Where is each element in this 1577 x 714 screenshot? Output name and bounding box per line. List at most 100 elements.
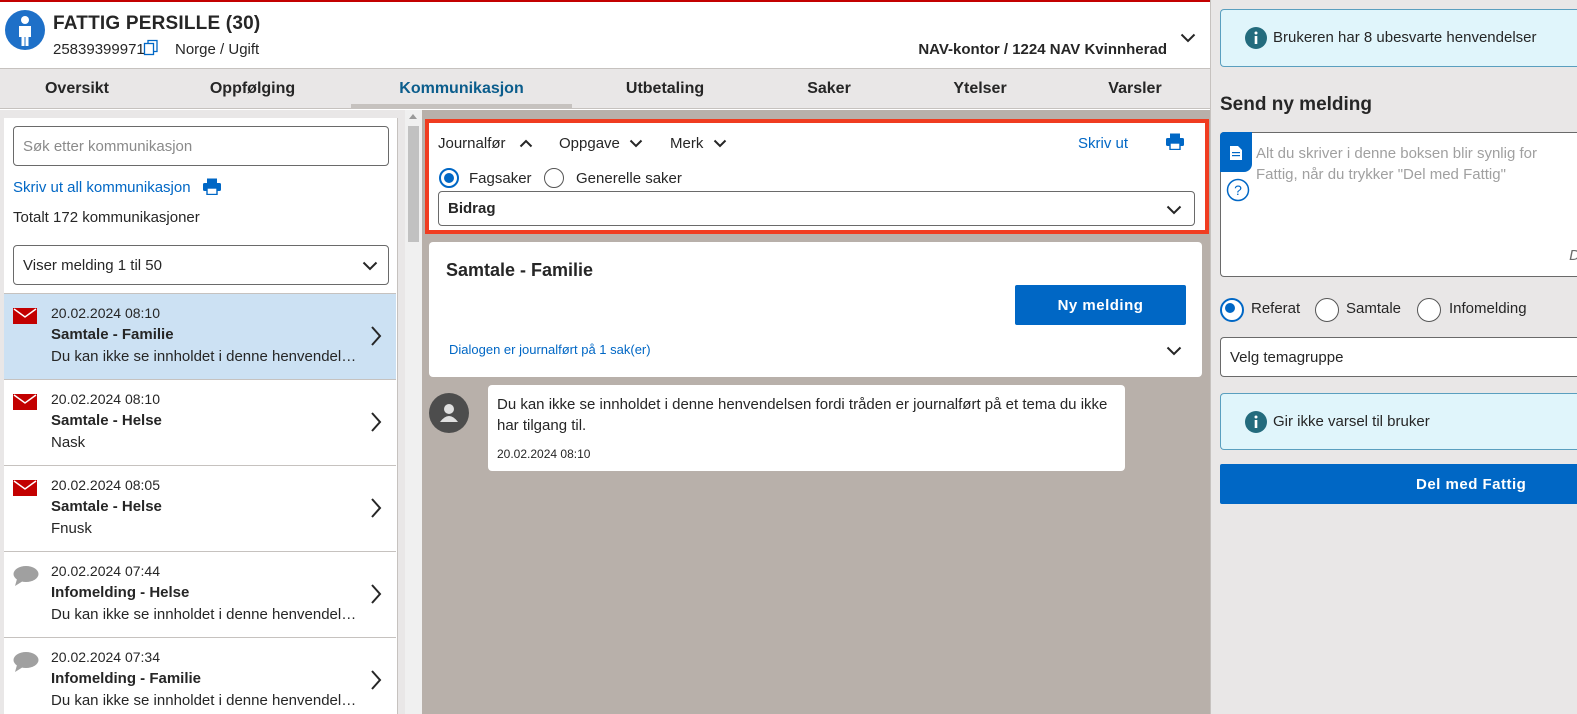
message-title: Samtale - Familie <box>51 326 174 343</box>
journalfor-label: Journalfør <box>438 135 506 152</box>
message-preview: Du kan ikke se innholdet i denne henvend… <box>51 606 363 623</box>
merk-label: Merk <box>670 135 704 152</box>
radio-referat[interactable] <box>1220 298 1244 322</box>
message-list-item[interactable]: 20.02.2024 07:34 Infomelding - Familie D… <box>4 637 396 714</box>
person-header: FATTIG PERSILLE (30) 25839399971 Norge /… <box>0 2 1210 69</box>
radio-generelle-saker-label: Generelle saker <box>576 170 682 187</box>
send-message-heading: Send ny melding <box>1220 94 1373 115</box>
message-date: 20.02.2024 08:05 <box>51 477 160 493</box>
message-bubble: Du kan ikke se innholdet i denne henvend… <box>488 385 1125 471</box>
tab-oppfolging[interactable]: Oppfølging <box>154 69 351 109</box>
message-title: Samtale - Helse <box>51 412 162 429</box>
share-with-user-button[interactable]: Del med Fattig <box>1220 464 1577 504</box>
info-icon <box>1245 27 1267 54</box>
tab-ytelser[interactable]: Ytelser <box>900 69 1060 109</box>
chevron-right-icon <box>370 497 382 524</box>
radio-generelle-saker[interactable] <box>544 168 564 188</box>
chevron-down-icon <box>1166 202 1182 220</box>
chevron-down-icon <box>362 258 378 276</box>
tab-oversikt[interactable]: Oversikt <box>0 69 154 109</box>
message-textarea[interactable] <box>1256 143 1577 243</box>
message-timestamp: 20.02.2024 08:10 <box>497 447 591 461</box>
message-list-item[interactable]: 20.02.2024 08:10 Samtale - Helse Nask <box>4 379 396 465</box>
notify-alert-text: Gir ikke varsel til bruker <box>1273 413 1430 430</box>
message-date: 20.02.2024 08:10 <box>51 391 160 407</box>
chevron-down-icon[interactable] <box>1166 343 1182 361</box>
chevron-up-icon <box>519 139 533 148</box>
scrollbar-thumb[interactable] <box>408 126 419 242</box>
chevron-down-icon <box>629 139 643 148</box>
print-all-link[interactable]: Skriv ut all kommunikasjon <box>13 179 191 196</box>
print-link[interactable]: Skriv ut <box>1078 135 1128 152</box>
message-preview: Nask <box>51 434 86 451</box>
radio-fagsaker[interactable] <box>439 168 459 188</box>
document-icon <box>1220 132 1252 172</box>
message-preview: Du kan ikke se innholdet i denne henvend… <box>51 348 363 365</box>
radio-referat-label: Referat <box>1251 300 1301 317</box>
unanswered-alert: Brukeren har 8 ubesvarte henvendelser <box>1220 9 1577 67</box>
radio-samtale-label: Samtale <box>1346 300 1402 317</box>
tab-bar: Oversikt Oppfølging Kommunikasjon Utbeta… <box>0 69 1210 109</box>
sak-select[interactable]: Bidrag <box>438 191 1195 226</box>
send-message-panel: Brukeren har 8 ubesvarte henvendelser Se… <box>1210 0 1577 714</box>
search-input[interactable] <box>13 126 389 166</box>
help-question-icon[interactable]: ? <box>1226 178 1250 207</box>
message-list-item[interactable]: 20.02.2024 08:05 Samtale - Helse Fnusk <box>4 465 396 551</box>
tab-utbetaling[interactable]: Utbetaling <box>572 69 758 109</box>
copy-icon[interactable] <box>143 39 159 61</box>
speech-bubble-icon <box>13 566 39 591</box>
printer-icon[interactable] <box>202 178 222 200</box>
speech-bubble-icon <box>13 652 39 677</box>
new-message-button[interactable]: Ny melding <box>1015 285 1186 325</box>
oppgave-label: Oppgave <box>559 135 620 152</box>
oppgave-dropdown[interactable]: Oppgave <box>559 135 643 152</box>
person-avatar-icon <box>5 10 45 50</box>
message-preview: Du kan ikke se innholdet i denne henvend… <box>51 692 363 709</box>
tema-select[interactable]: Velg temagruppe <box>1220 337 1577 377</box>
chevron-down-icon <box>713 139 727 148</box>
info-icon <box>1245 411 1267 438</box>
chevron-right-icon <box>370 669 382 696</box>
radio-infomelding[interactable] <box>1417 298 1441 322</box>
journalfor-dropdown[interactable]: Journalfør <box>438 135 533 152</box>
message-box-corner-text: D <box>1569 247 1577 264</box>
dialog-title: Samtale - Familie <box>446 260 594 280</box>
tab-saker[interactable]: Saker <box>758 69 900 109</box>
tab-varsler[interactable]: Varsler <box>1060 69 1210 109</box>
scroll-up-arrow-icon[interactable] <box>409 114 417 119</box>
tema-select-value: Velg temagruppe <box>1230 349 1344 366</box>
message-box: ? D <box>1220 132 1577 277</box>
message-title: Infomelding - Familie <box>51 670 202 687</box>
message-title: Samtale - Helse <box>51 498 162 515</box>
message-title: Infomelding - Helse <box>51 584 190 601</box>
range-select[interactable]: Viser melding 1 til 50 <box>13 245 389 285</box>
radio-infomelding-label: Infomelding <box>1449 300 1527 317</box>
svg-text:?: ? <box>1234 182 1242 198</box>
message-date: 20.02.2024 07:34 <box>51 649 160 665</box>
message-list-item[interactable]: 20.02.2024 07:44 Infomelding - Helse Du … <box>4 551 396 637</box>
communication-list-panel: Skriv ut all kommunikasjon Totalt 172 ko… <box>0 110 405 714</box>
notify-alert: Gir ikke varsel til bruker <box>1220 393 1577 450</box>
person-nationality: Norge / Ugift <box>175 41 260 58</box>
journal-status-link[interactable]: Dialogen er journalført på 1 sak(er) <box>449 342 651 357</box>
message-date: 20.02.2024 07:44 <box>51 563 160 579</box>
merk-dropdown[interactable]: Merk <box>670 135 727 152</box>
chevron-right-icon <box>370 583 382 610</box>
message-list-item[interactable]: 20.02.2024 08:10 Samtale - Familie Du ka… <box>4 293 396 379</box>
person-name: FATTIG PERSILLE (30) <box>53 13 261 34</box>
sender-avatar-icon <box>429 393 469 433</box>
dialog-card: Samtale - Familie Ny melding Dialogen er… <box>429 242 1202 377</box>
radio-samtale[interactable] <box>1315 298 1339 322</box>
expand-header-chevron-down-icon[interactable] <box>1180 30 1196 48</box>
total-count: Totalt 172 kommunikasjoner <box>13 209 200 226</box>
nav-office: NAV-kontor / 1224 NAV Kvinnherad <box>918 41 1167 58</box>
chevron-right-icon <box>370 411 382 438</box>
envelope-icon <box>13 394 37 415</box>
active-tab-indicator <box>351 104 572 109</box>
range-select-value: Viser melding 1 til 50 <box>23 257 162 274</box>
envelope-icon <box>13 480 37 501</box>
message-preview: Fnusk <box>51 520 92 537</box>
printer-icon[interactable] <box>1165 133 1185 155</box>
tab-kommunikasjon[interactable]: Kommunikasjon <box>351 69 572 109</box>
sak-select-value: Bidrag <box>448 200 496 217</box>
